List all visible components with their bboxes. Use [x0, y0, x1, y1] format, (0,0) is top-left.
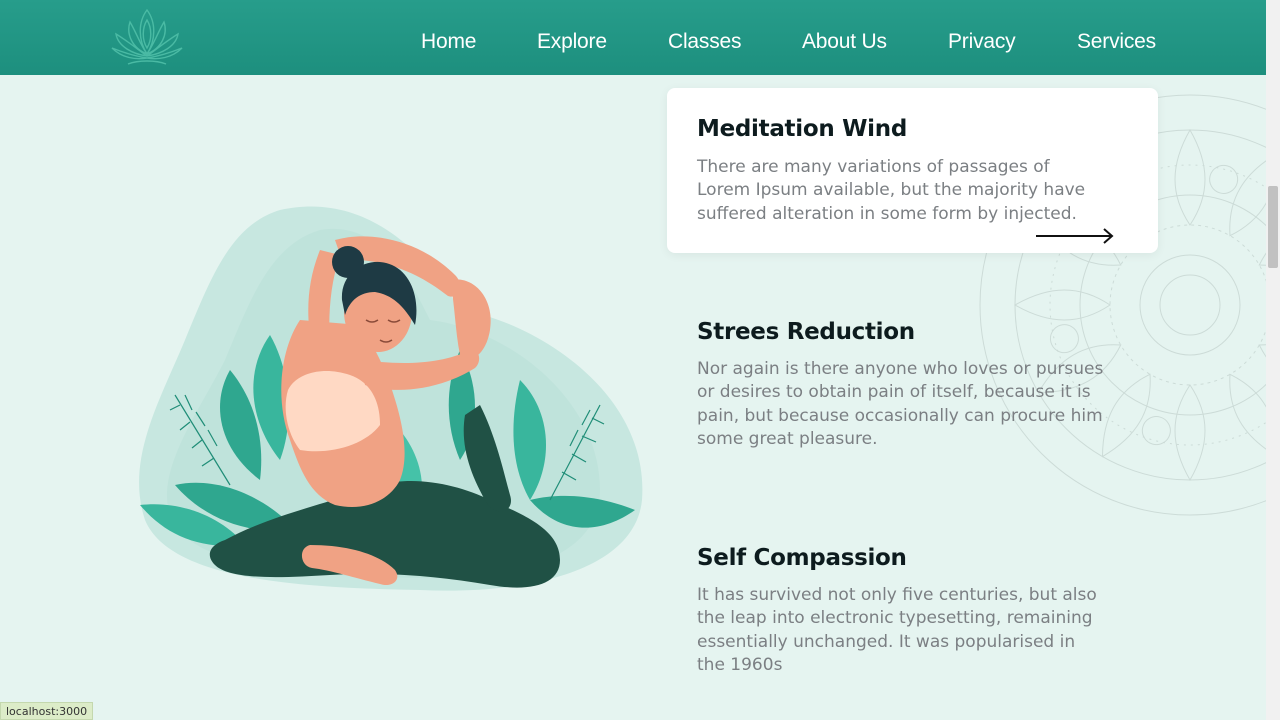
nav-link-classes[interactable]: Classes: [668, 30, 741, 54]
nav-link-about-us[interactable]: About Us: [802, 30, 887, 54]
feature-title: Meditation Wind: [697, 116, 908, 142]
feature-title: Strees Reduction: [697, 319, 915, 345]
nav-link-home[interactable]: Home: [421, 30, 476, 54]
scrollbar[interactable]: [1266, 0, 1280, 720]
nav-link-services[interactable]: Services: [1077, 30, 1156, 54]
feature-title: Self Compassion: [697, 545, 907, 571]
arrow-right-icon[interactable]: [1034, 226, 1116, 246]
feature-text: Nor again is there anyone who loves or p…: [697, 359, 1104, 449]
scrollbar-thumb[interactable]: [1268, 186, 1278, 268]
status-bar-url: localhost:3000: [0, 702, 94, 720]
navbar: Home Explore Classes About Us Privacy Se…: [0, 0, 1266, 75]
yoga-illustration: [139, 206, 643, 591]
feature-text: There are many variations of passages of…: [697, 157, 1086, 224]
feature-text: It has survived not only five centuries,…: [697, 585, 1097, 675]
nav-link-explore[interactable]: Explore: [537, 30, 607, 54]
nav-link-privacy[interactable]: Privacy: [948, 30, 1016, 54]
lotus-icon[interactable]: [108, 6, 186, 68]
